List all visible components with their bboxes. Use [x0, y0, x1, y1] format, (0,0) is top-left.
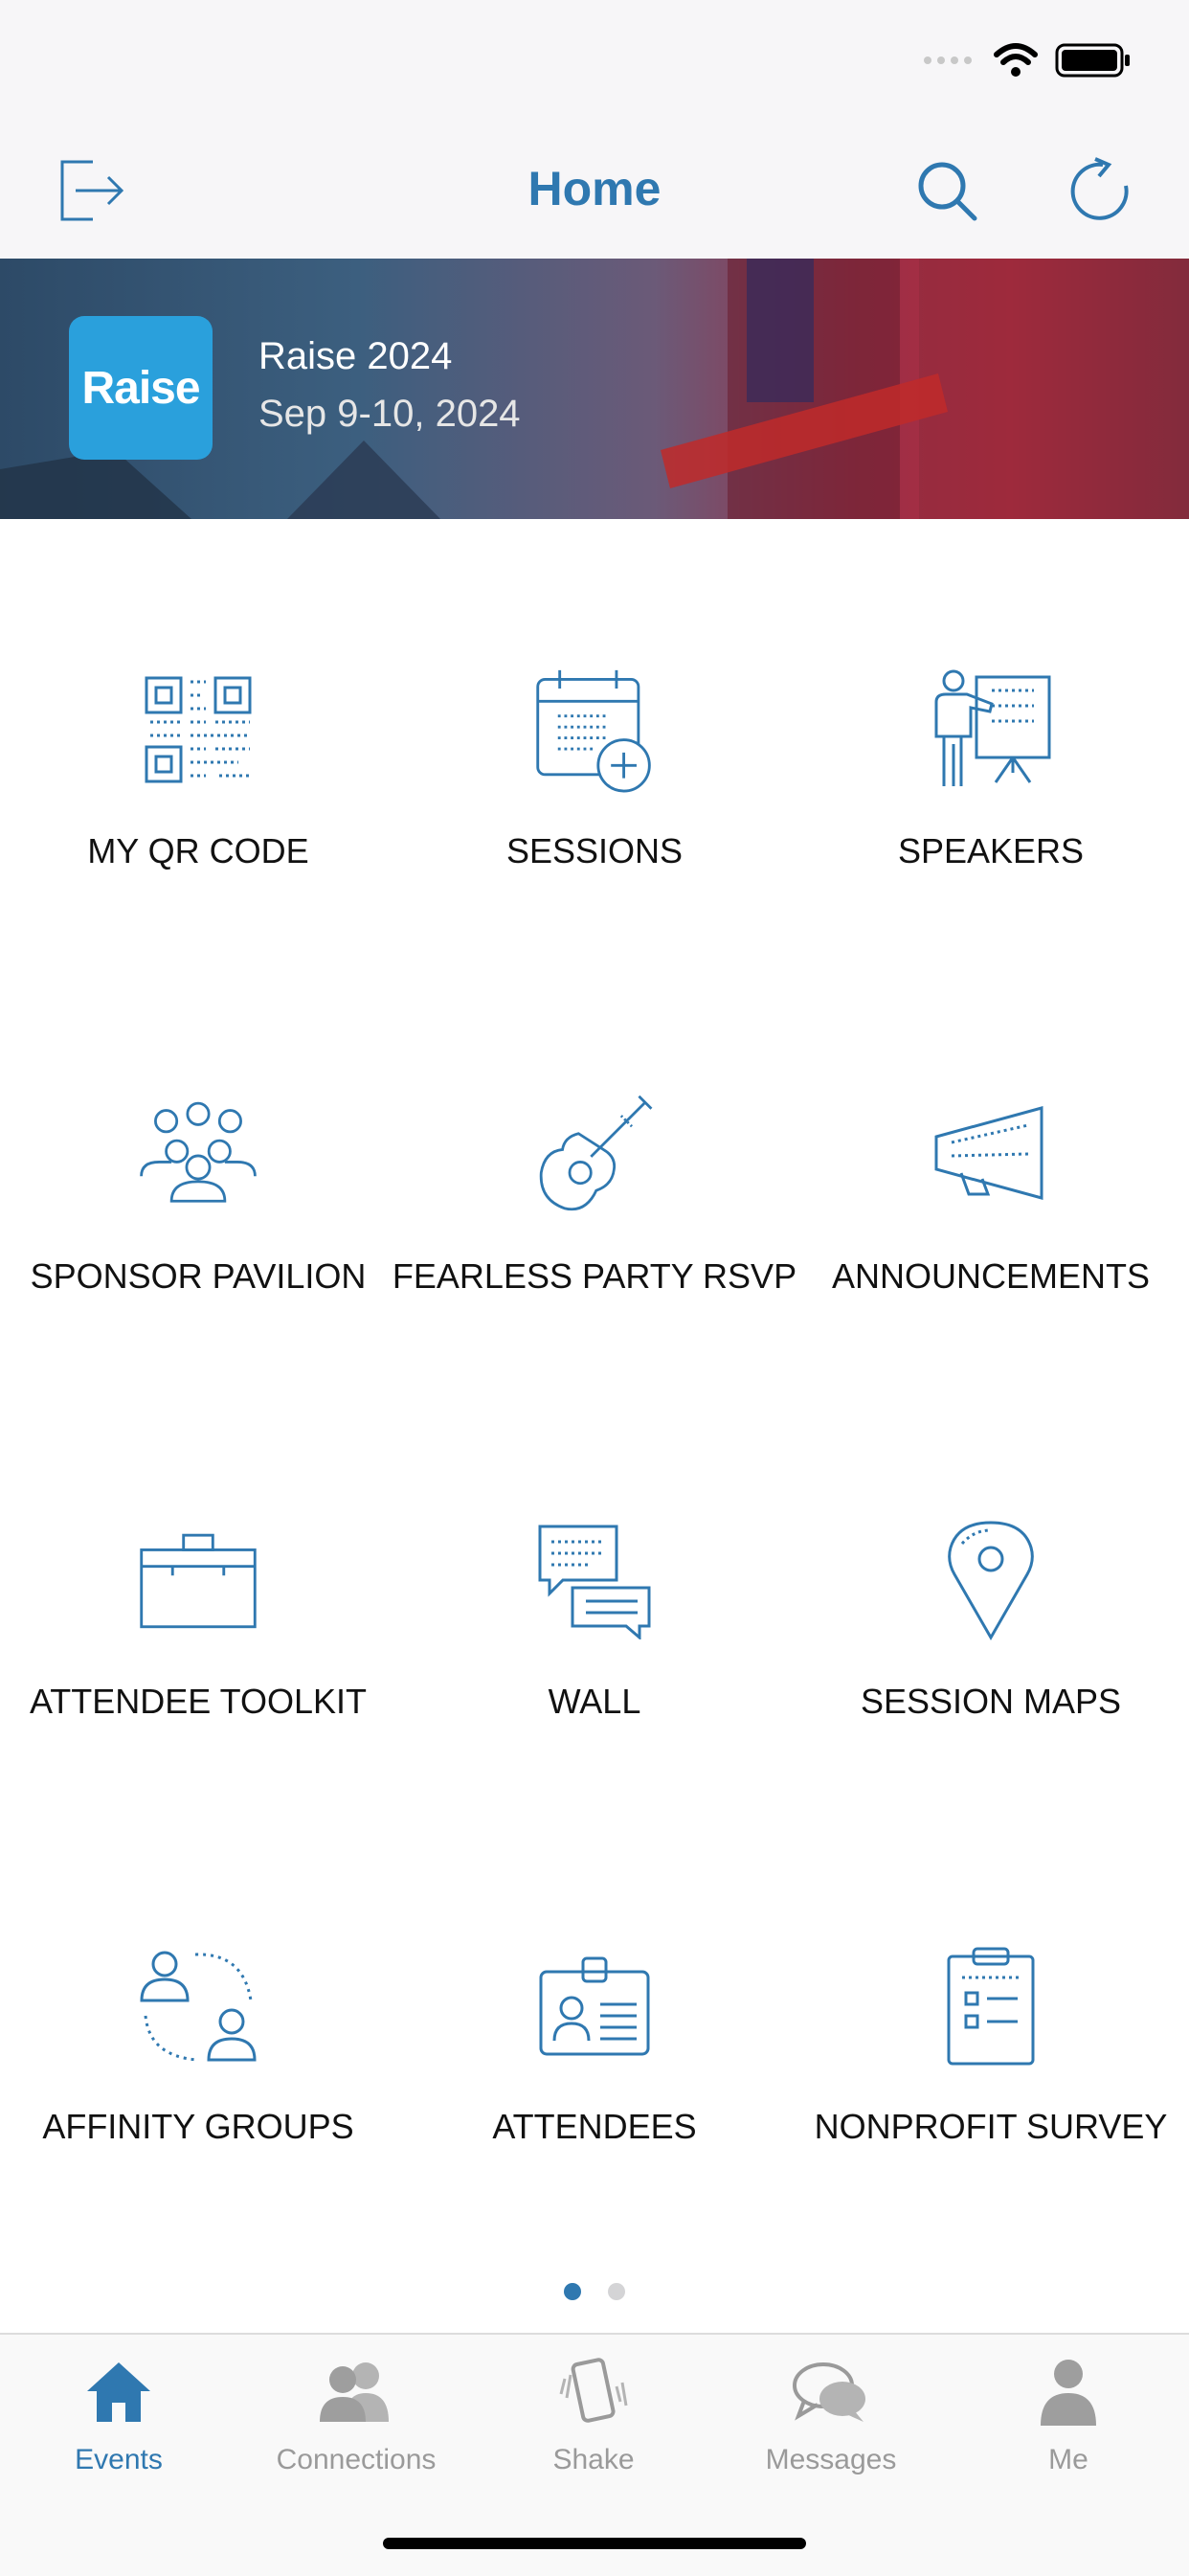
clipboard-icon	[947, 1947, 1035, 2066]
page-dot-1[interactable]	[564, 2283, 581, 2300]
refresh-icon	[1070, 157, 1129, 220]
signal-icon	[924, 56, 972, 64]
tile-wall[interactable]: WALL	[396, 1369, 793, 1795]
navigation-bar: Home	[0, 126, 1189, 259]
page-title: Home	[527, 162, 662, 215]
id-badge-icon	[539, 1956, 650, 2056]
tile-label: SPEAKERS	[897, 831, 1085, 870]
qr-code-icon	[145, 676, 252, 783]
tile-label: SESSIONS	[505, 831, 684, 870]
tab-label: Events	[75, 2444, 163, 2475]
presenter-icon	[934, 669, 1051, 786]
search-icon	[918, 162, 977, 221]
tile-speakers[interactable]: SPEAKERS	[793, 519, 1189, 944]
tab-shake[interactable]: Shake	[475, 2354, 712, 2476]
tile-label: FEARLESS PARTY RSVP	[392, 1256, 797, 1296]
home-icon	[87, 2362, 150, 2422]
person-icon	[1041, 2360, 1096, 2426]
tab-connections[interactable]: Connections	[237, 2354, 475, 2476]
tab-label: Shake	[552, 2444, 635, 2475]
home-indicator	[383, 2538, 806, 2549]
tab-me[interactable]: Me	[950, 2354, 1187, 2476]
chat-bubbles-icon	[538, 1525, 651, 1639]
tile-label: ANNOUNCEMENTS	[831, 1256, 1150, 1296]
tab-label: Messages	[765, 2444, 897, 2475]
battery-icon	[1055, 43, 1130, 78]
refresh-button[interactable]	[1057, 147, 1143, 234]
tile-session-maps[interactable]: SESSION MAPS	[793, 1369, 1189, 1795]
search-button[interactable]	[904, 147, 990, 234]
tile-fearless-party-rsvp[interactable]: FEARLESS PARTY RSVP	[392, 944, 797, 1369]
tile-announcements[interactable]: ANNOUNCEMENTS	[793, 944, 1189, 1369]
toolbox-icon	[140, 1533, 257, 1629]
tile-sessions[interactable]: SESSIONS	[396, 519, 793, 944]
event-banner[interactable]: Raise Raise 2024 Sep 9-10, 2024	[0, 259, 1189, 519]
megaphone-icon	[934, 1106, 1043, 1200]
tab-label: Connections	[276, 2444, 437, 2475]
event-dates: Sep 9-10, 2024	[258, 393, 521, 435]
tab-events[interactable]: Events	[0, 2354, 237, 2476]
tile-label: AFFINITY GROUPS	[42, 2107, 354, 2146]
tile-attendee-toolkit[interactable]: ATTENDEE TOOLKIT	[0, 1369, 396, 1795]
tile-label: SESSION MAPS	[860, 1682, 1122, 1721]
messages-icon	[793, 2362, 865, 2422]
logo-text: Raise	[81, 362, 200, 414]
map-pin-icon	[948, 1521, 1034, 1641]
tab-label: Me	[1048, 2444, 1088, 2475]
shake-phone-icon	[559, 2358, 628, 2423]
calendar-plus-icon	[536, 669, 651, 793]
guitar-icon	[539, 1095, 653, 1211]
connections-icon	[320, 2362, 389, 2422]
tile-label: NONPROFIT SURVEY	[814, 2107, 1168, 2146]
tile-label: ATTENDEE TOOLKIT	[29, 1682, 368, 1721]
tile-label: SPONSOR PAVILION	[30, 1256, 367, 1296]
tile-affinity-groups[interactable]: AFFINITY GROUPS	[0, 1795, 396, 2220]
status-bar	[0, 0, 1189, 126]
status-icons	[923, 42, 1132, 79]
event-name: Raise 2024	[258, 335, 453, 377]
tile-label: MY QR CODE	[87, 831, 309, 870]
wifi-icon	[994, 43, 1038, 77]
people-connect-icon	[140, 1951, 257, 2062]
tile-label: ATTENDEES	[492, 2107, 697, 2146]
tile-label: WALL	[548, 1682, 641, 1721]
event-logo: Raise	[69, 316, 213, 460]
page-indicator[interactable]	[0, 2283, 1189, 2300]
tile-my-qr-code[interactable]: MY QR CODE	[0, 519, 396, 944]
tile-sponsor-pavilion[interactable]: SPONSOR PAVILION	[0, 944, 396, 1369]
tile-attendees[interactable]: ATTENDEES	[396, 1795, 793, 2220]
tab-messages[interactable]: Messages	[712, 2354, 950, 2476]
group-icon	[140, 1101, 257, 1203]
tile-nonprofit-survey[interactable]: NONPROFIT SURVEY	[793, 1795, 1189, 2220]
page-dot-2[interactable]	[608, 2283, 625, 2300]
